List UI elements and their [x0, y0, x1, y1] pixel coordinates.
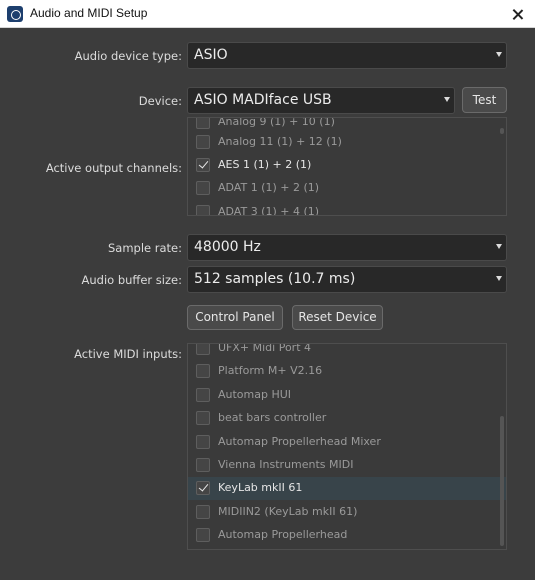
list-item[interactable]: MIDIIN2 (KeyLab mkII 61)	[188, 501, 506, 524]
list-item[interactable]: Automap Propellerhead	[188, 524, 506, 547]
scrollbar[interactable]	[500, 416, 504, 546]
list-item[interactable]: Automap HUI	[188, 384, 506, 407]
scrollbar[interactable]	[500, 128, 504, 134]
control-panel-button[interactable]: Control Panel	[187, 305, 283, 330]
list-item[interactable]: UFX+ Midi Port 4	[188, 343, 506, 360]
list-item-selected[interactable]: KeyLab mkII 61	[188, 477, 506, 500]
list-item[interactable]: ADAT 1 (1) + 2 (1)	[188, 177, 506, 200]
list-item-label: KeyLab mkII 61	[218, 481, 303, 494]
list-item-label: Automap Propellerhead Mixer	[218, 435, 381, 448]
audio-device-type-value: ASIO	[194, 47, 228, 63]
list-item[interactable]: Vienna Instruments MIDI	[188, 454, 506, 477]
chevron-down-icon	[496, 276, 502, 281]
audio-buffer-size-label: Audio buffer size:	[81, 273, 183, 287]
checkbox[interactable]	[196, 435, 210, 449]
title-bar: Audio and MIDI Setup	[0, 0, 535, 28]
sample-rate-dropdown[interactable]: 48000 Hz	[187, 234, 507, 261]
list-item[interactable]: Platform M+ V2.16	[188, 360, 506, 383]
chevron-down-icon	[496, 52, 502, 57]
checkbox[interactable]	[196, 528, 210, 542]
checkbox[interactable]	[196, 505, 210, 519]
list-item-label: UFX+ Midi Port 4	[218, 343, 312, 354]
output-channels-list[interactable]: Analog 9 (1) + 10 (1) Analog 11 (1) + 12…	[187, 117, 507, 216]
audio-buffer-size-dropdown[interactable]: 512 samples (10.7 ms)	[187, 266, 507, 293]
window-title: Audio and MIDI Setup	[30, 6, 148, 20]
active-midi-inputs-label: Active MIDI inputs:	[74, 347, 182, 361]
audio-buffer-size-value: 512 samples (10.7 ms)	[194, 271, 356, 287]
chevron-down-icon	[496, 244, 502, 249]
list-item-label: Analog 9 (1) + 10 (1)	[218, 117, 335, 128]
midi-inputs-list[interactable]: UFX+ Midi Port 4 Platform M+ V2.16 Autom…	[187, 343, 507, 550]
audio-device-type-dropdown[interactable]: ASIO	[187, 42, 507, 69]
list-item-label: Platform M+ V2.16	[218, 364, 323, 377]
list-item-label: Automap HUI	[218, 388, 292, 401]
checkbox[interactable]	[196, 205, 210, 215]
checkbox[interactable]	[196, 118, 210, 129]
list-item-label: Vienna Instruments MIDI	[218, 458, 354, 471]
checkbox[interactable]	[196, 458, 210, 472]
chevron-down-icon	[444, 97, 450, 102]
list-item[interactable]: AES 1 (1) + 2 (1)	[188, 154, 506, 177]
list-item[interactable]: Automap Propellerhead Mixer	[188, 431, 506, 454]
device-dropdown[interactable]: ASIO MADIface USB	[187, 87, 455, 114]
checkbox[interactable]	[196, 181, 210, 195]
test-button[interactable]: Test	[462, 87, 507, 113]
list-item[interactable]: ADAT 3 (1) + 4 (1)	[188, 201, 506, 216]
checkbox[interactable]	[196, 388, 210, 402]
checkbox-checked[interactable]	[196, 481, 210, 495]
close-icon[interactable]	[501, 0, 535, 28]
app-icon	[7, 6, 23, 22]
checkbox[interactable]	[196, 135, 210, 149]
reset-device-button[interactable]: Reset Device	[292, 305, 383, 330]
audio-device-type-label: Audio device type:	[74, 49, 182, 63]
checkbox[interactable]	[196, 344, 210, 355]
list-item-label: Automap Propellerhead	[218, 528, 348, 541]
device-value: ASIO MADIface USB	[194, 92, 332, 108]
list-item[interactable]: beat bars controller	[188, 407, 506, 430]
device-label: Device:	[138, 94, 182, 108]
checkbox[interactable]	[196, 364, 210, 378]
checkbox[interactable]	[196, 411, 210, 425]
sample-rate-label: Sample rate:	[107, 241, 182, 255]
list-item-label: ADAT 1 (1) + 2 (1)	[218, 181, 320, 194]
sample-rate-value: 48000 Hz	[194, 239, 261, 255]
list-item-label: Analog 11 (1) + 12 (1)	[218, 135, 342, 148]
list-item-label: beat bars controller	[218, 411, 327, 424]
list-item-label: AES 1 (1) + 2 (1)	[218, 158, 312, 171]
list-item-label: ADAT 3 (1) + 4 (1)	[218, 205, 320, 216]
list-item-label: MIDIIN2 (KeyLab mkII 61)	[218, 505, 358, 518]
active-output-channels-label: Active output channels:	[45, 161, 182, 175]
list-item[interactable]: Analog 11 (1) + 12 (1)	[188, 131, 506, 154]
checkbox-checked[interactable]	[196, 158, 210, 172]
